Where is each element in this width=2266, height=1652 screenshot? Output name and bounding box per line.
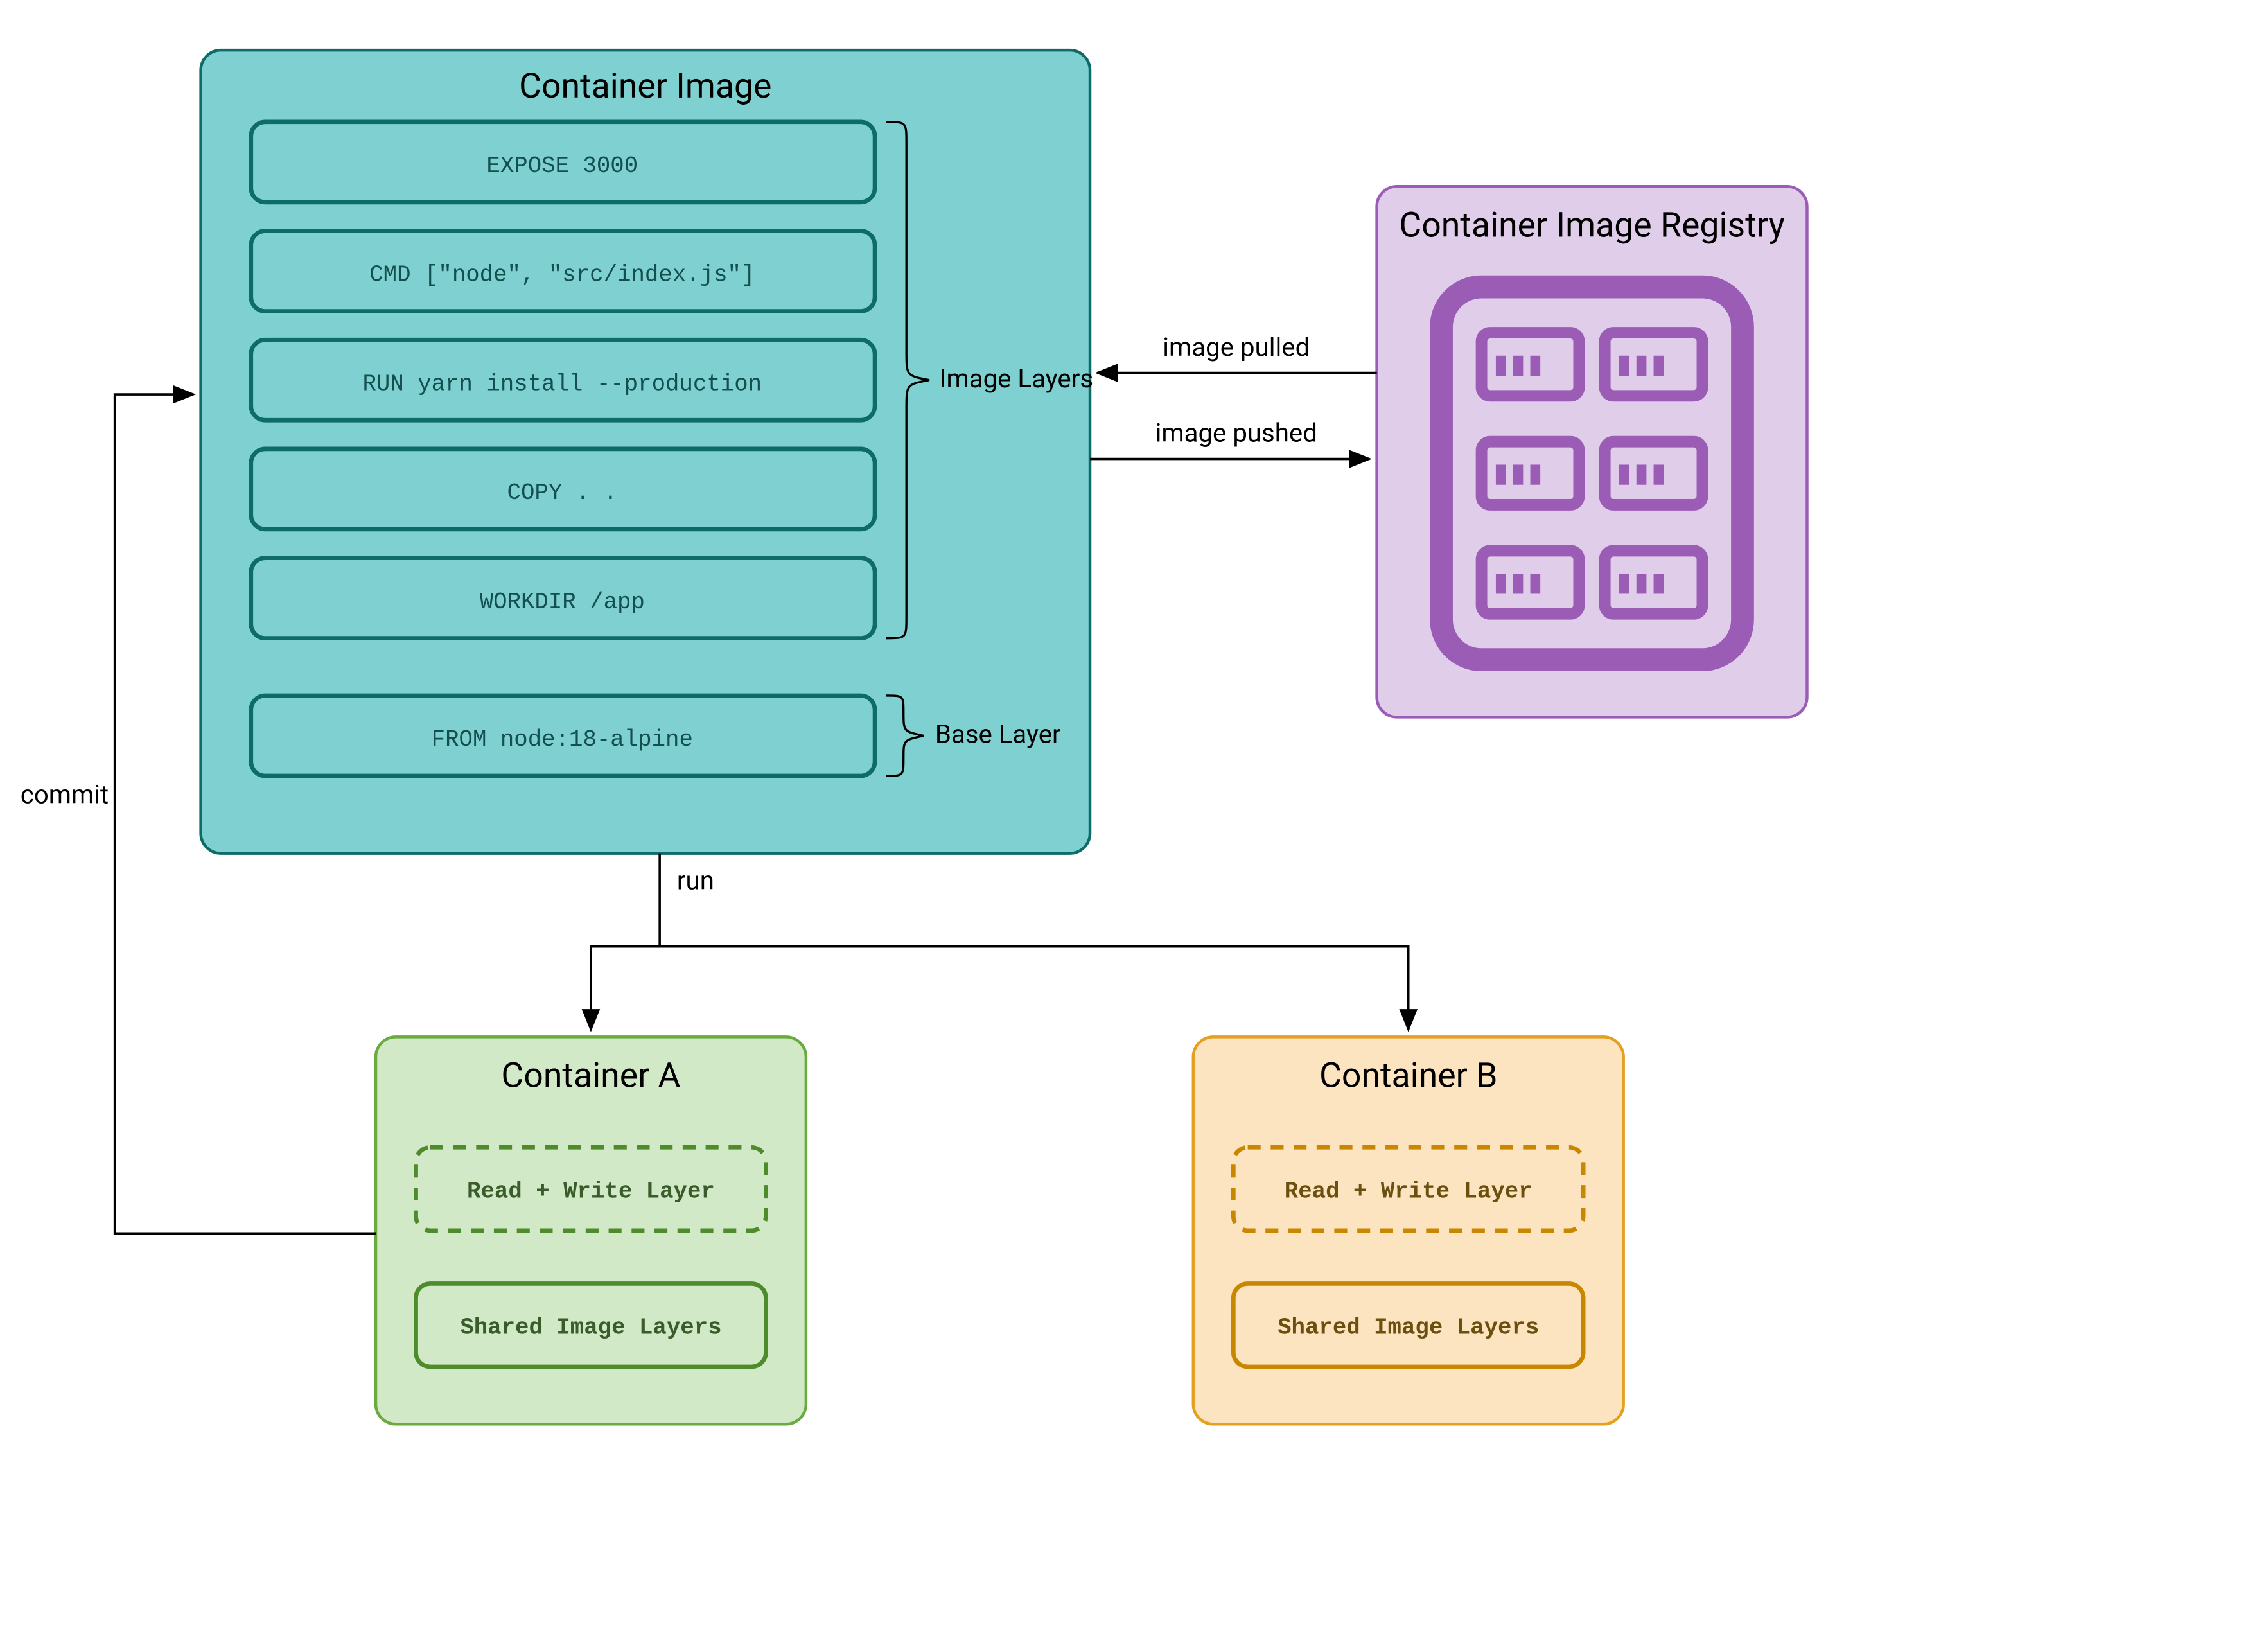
- container-b-box: Container B Read + Write Layer Shared Im…: [1193, 1037, 1624, 1424]
- container-a-shared-text: Shared Image Layers: [460, 1315, 721, 1341]
- container-b-rw-text: Read + Write Layer: [1285, 1178, 1533, 1204]
- image-layer-1-text: CMD ["node", "src/index.js"]: [369, 262, 755, 288]
- arrow-image-pushed: image pushed: [1090, 418, 1369, 459]
- container-image-registry-box: Container Image Registry: [1377, 186, 1807, 717]
- container-a-box: Container A Read + Write Layer Shared Im…: [376, 1037, 806, 1424]
- container-b-shared-text: Shared Image Layers: [1278, 1315, 1539, 1341]
- container-a-rw-text: Read + Write Layer: [467, 1178, 715, 1204]
- container-image-box: Container Image EXPOSE 3000 CMD ["node",…: [201, 50, 1093, 853]
- arrow-commit-label: commit: [21, 779, 109, 809]
- arrow-run-label: run: [677, 865, 714, 895]
- base-layer-text: FROM node:18-alpine: [432, 726, 693, 753]
- container-b-title: Container B: [1319, 1056, 1498, 1096]
- arrow-image-pushed-label: image pushed: [1155, 418, 1317, 448]
- image-layer-0-text: EXPOSE 3000: [486, 153, 638, 179]
- arrow-image-pulled: image pulled: [1097, 332, 1376, 373]
- image-layer-3-text: COPY . .: [507, 480, 617, 506]
- container-image-title: Container Image: [519, 66, 771, 107]
- image-layer-2-text: RUN yarn install --production: [362, 371, 762, 397]
- image-layer-4-text: WORKDIR /app: [480, 589, 645, 615]
- arrow-run: run: [591, 854, 1409, 1030]
- container-a-title: Container A: [501, 1056, 680, 1096]
- image-layers-label: Image Layers: [940, 364, 1094, 394]
- base-layer-label: Base Layer: [935, 719, 1061, 750]
- diagram-canvas: Container Image EXPOSE 3000 CMD ["node",…: [0, 0, 2266, 1649]
- registry-title: Container Image Registry: [1399, 205, 1784, 245]
- arrow-image-pulled-label: image pulled: [1163, 332, 1310, 362]
